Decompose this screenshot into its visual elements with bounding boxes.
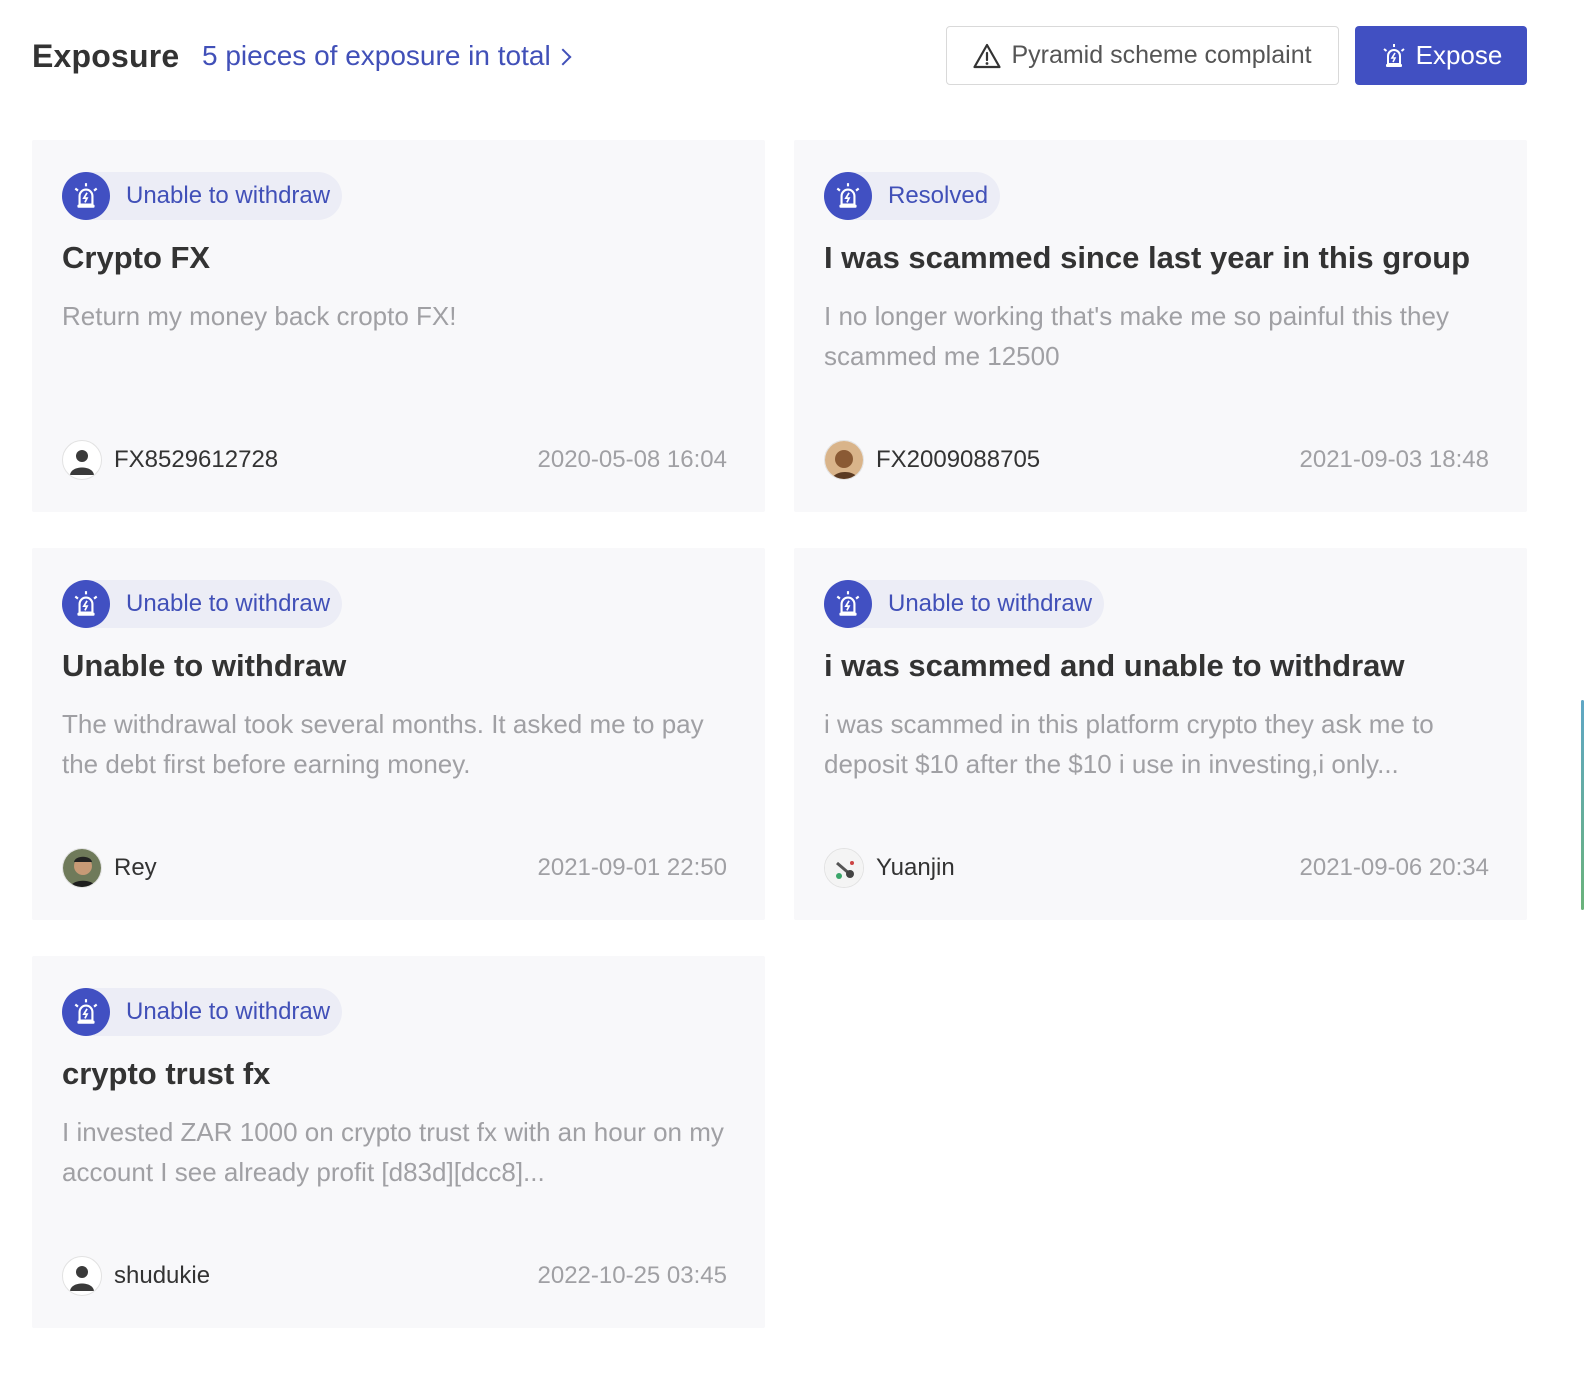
user-icon [70,450,94,475]
username: Rey [114,854,157,881]
user-photo-icon [825,441,863,479]
alarm-icon [824,580,872,628]
username: shudukie [114,1262,211,1289]
expose-button[interactable]: Expose [1355,26,1527,85]
pyramid-scheme-complaint-button[interactable]: Pyramid scheme complaint [946,26,1339,85]
status-tag-label: Unable to withdraw [126,590,331,617]
post-date: 2022-10-25 03:45 [537,1262,728,1289]
card-title: Crypto FX [62,240,211,275]
exposure-card[interactable]: Resolved I was scammed since last year i… [794,140,1527,512]
exposure-card[interactable]: Unable to withdraw i was scammed and una… [794,548,1527,920]
status-tag: Unable to withdraw [824,580,1105,628]
status-tag: Unable to withdraw [62,988,343,1036]
status-tag-label: Unable to withdraw [126,182,331,209]
post-date: 2021-09-06 20:34 [1299,854,1490,881]
post-date: 2020-05-08 16:04 [537,446,728,473]
card-footer: shudukie 2022-10-25 03:45 [62,1256,727,1296]
total-exposure-label: 5 pieces of exposure in total [202,40,551,71]
complaint-button-label: Pyramid scheme complaint [1011,41,1312,69]
user-icon [70,1266,94,1291]
status-tag: Unable to withdraw [62,580,343,628]
post-date: 2021-09-01 22:50 [537,854,728,881]
card-description: I invested ZAR 1000 on crypto trust fx w… [62,1117,724,1187]
exposure-card[interactable]: Unable to withdraw Unable to withdraw Th… [32,548,765,920]
exposure-card[interactable]: Unable to withdraw crypto trust fx I inv… [32,956,765,1328]
warning-icon [973,43,1002,68]
card-footer: FX8529612728 2020-05-08 16:04 [62,440,727,480]
card-title: Unable to withdraw [62,648,347,683]
username: FX8529612728 [114,446,279,473]
avatar [824,848,864,888]
status-tag: Unable to withdraw [62,172,343,220]
avatar [62,848,102,888]
user-photo-icon [825,849,863,887]
username: Yuanjin [876,854,955,881]
exposure-header: Exposure 5 pieces of exposure in total P… [32,24,1528,86]
expose-button-label: Expose [1415,40,1503,70]
username: FX2009088705 [876,446,1041,473]
card-title: i was scammed and unable to withdraw [824,648,1405,683]
chevron-right-icon [554,48,572,66]
card-footer: Yuanjin 2021-09-06 20:34 [824,848,1489,888]
avatar [824,440,864,480]
status-tag: Resolved [824,172,1001,220]
card-footer: Rey 2021-09-01 22:50 [62,848,727,888]
alarm-icon [62,172,110,220]
card-description: Return my money back cropto FX! [62,301,457,331]
alarm-icon [824,172,872,220]
post-date: 2021-09-03 18:48 [1299,446,1490,473]
alarm-icon [1383,43,1405,67]
alarm-icon [62,580,110,628]
card-title: I was scammed since last year in this gr… [824,240,1471,275]
card-footer: FX2009088705 2021-09-03 18:48 [824,440,1489,480]
card-title: crypto trust fx [62,1056,271,1091]
card-description: i was scammed in this platform crypto th… [824,709,1434,779]
user-photo-icon [63,849,101,887]
exposure-page: Exposure 5 pieces of exposure in total P… [0,0,1584,1388]
exposure-card[interactable]: Unable to withdraw Crypto FX Return my m… [32,140,765,512]
total-exposure-link[interactable]: 5 pieces of exposure in total [202,40,572,72]
card-description: I no longer working that's make me so pa… [824,301,1449,371]
status-tag-label: Unable to withdraw [888,590,1093,617]
status-tag-label: Unable to withdraw [126,998,331,1025]
avatar [62,440,102,480]
alarm-icon [62,988,110,1036]
status-tag-label: Resolved [888,182,989,209]
avatar [62,1256,102,1296]
card-description: The withdrawal took several months. It a… [62,709,704,779]
page-title: Exposure [32,38,180,74]
